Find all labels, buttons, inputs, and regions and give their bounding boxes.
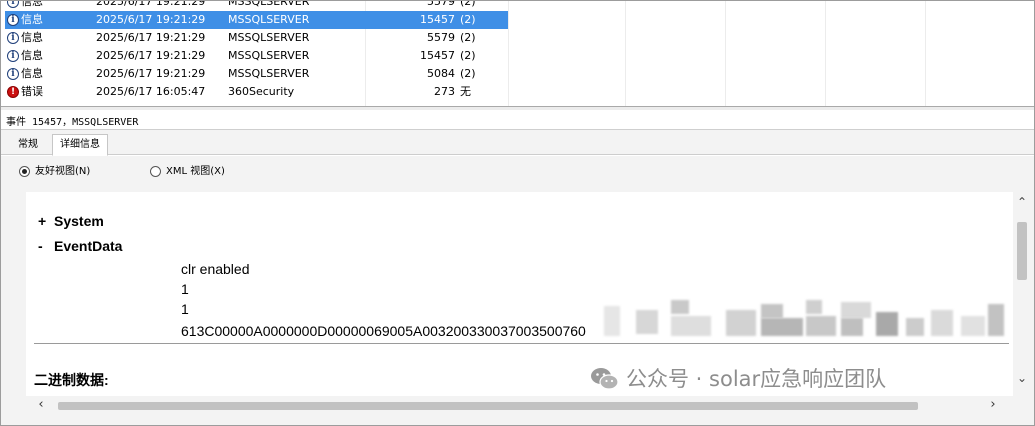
event-level: 信息 — [21, 13, 43, 26]
event-source: MSSQLSERVER — [228, 31, 310, 44]
vertical-scroll-thumb[interactable] — [1017, 222, 1027, 280]
event-level: 信息 — [21, 31, 43, 44]
system-node[interactable]: + System — [38, 213, 104, 229]
event-category: (2) — [460, 31, 476, 44]
eventdata-node[interactable]: - EventData — [38, 238, 122, 254]
horizontal-scroll-thumb[interactable] — [58, 402, 918, 410]
event-source: 360Security — [228, 85, 295, 98]
event-date: 2025/6/17 16:05:47 — [96, 85, 206, 98]
wechat-icon — [591, 368, 619, 390]
friendly-view-label: 友好视图(N) — [35, 166, 91, 177]
event-id: 5579 — [427, 31, 455, 44]
event-category: (2) — [460, 0, 476, 8]
event-detail-title-bar: 事件 15457，MSSQLSERVER — [0, 110, 1035, 130]
event-id: 273 — [434, 85, 455, 98]
event-data-value: 1 — [181, 301, 189, 317]
info-icon: i — [7, 50, 19, 62]
event-level: 错误 — [21, 85, 43, 98]
horizontal-scrollbar[interactable]: ‹ › — [26, 396, 1013, 414]
event-row[interactable]: ! 错误 2025/6/17 16:05:47 360Security 273 无 — [5, 83, 1035, 101]
event-data-value: 613C00000A0000000D00000069005A0032003300… — [181, 323, 586, 339]
event-category: (2) — [460, 67, 476, 80]
event-row[interactable]: i 信息 2025/6/17 19:21:29 MSSQLSERVER 5579 (2) — [5, 0, 1035, 11]
event-date: 2025/6/17 19:21:29 — [96, 13, 206, 26]
radio-unselected-icon — [150, 166, 161, 177]
event-detail-title: 事件 15457，MSSQLSERVER — [6, 117, 139, 128]
radio-selected-icon — [19, 166, 30, 177]
event-row[interactable]: i 信息 2025/6/17 19:21:29 MSSQLSERVER 15457 (2) — [5, 11, 1035, 29]
event-id: 15457 — [420, 13, 455, 26]
event-date: 2025/6/17 19:21:29 — [96, 67, 206, 80]
event-data-value: clr enabled — [181, 261, 250, 277]
separator-line — [34, 343, 1009, 344]
event-row[interactable]: i 信息 2025/6/17 19:21:29 MSSQLSERVER 15457 (2) — [5, 47, 1035, 65]
event-id: 5084 — [427, 67, 455, 80]
view-options: 友好视图(N) XML 视图(X) — [0, 156, 1035, 188]
event-data-value: 1 — [181, 281, 189, 297]
event-row[interactable]: i 信息 2025/6/17 19:21:29 MSSQLSERVER 5084 (2) — [5, 65, 1035, 83]
chevron-up-icon[interactable]: ⌃ — [1013, 194, 1031, 210]
event-level: 信息 — [21, 49, 43, 62]
collapse-icon: - — [38, 238, 43, 254]
event-level: 信息 — [21, 67, 43, 80]
event-level: 信息 — [21, 0, 43, 8]
event-source: MSSQLSERVER — [228, 13, 310, 26]
event-row[interactable]: i 信息 2025/6/17 19:21:29 MSSQLSERVER 5579 (2) — [5, 29, 1035, 47]
info-icon: i — [7, 0, 19, 8]
info-icon: i — [7, 14, 19, 26]
event-source: MSSQLSERVER — [228, 49, 310, 62]
event-source: MSSQLSERVER — [228, 0, 310, 8]
info-icon: i — [7, 68, 19, 80]
event-date: 2025/6/17 19:21:29 — [96, 49, 206, 62]
event-category: 无 — [460, 85, 471, 98]
binary-data-label: 二进制数据: — [34, 372, 109, 388]
event-id: 5579 — [427, 0, 455, 8]
event-source: MSSQLSERVER — [228, 67, 310, 80]
chevron-down-icon[interactable]: ⌄ — [1013, 370, 1031, 386]
watermark-text: 公众号 · solar应急响应团队 — [626, 367, 887, 391]
event-category: (2) — [460, 49, 476, 62]
event-date: 2025/6/17 19:21:29 — [96, 31, 206, 44]
info-icon: i — [7, 32, 19, 44]
eventdata-node-label: EventData — [54, 238, 123, 254]
tab-details[interactable]: 详细信息 — [52, 134, 108, 156]
chevron-right-icon[interactable]: › — [984, 396, 1002, 414]
event-category: (2) — [460, 13, 476, 26]
tab-general[interactable]: 常规 — [10, 134, 46, 155]
event-list: i 信息 2025/6/17 19:21:29 MSSQLSERVER 5579 (2) i… — [5, 0, 1035, 106]
vertical-scrollbar[interactable]: ⌃ ⌄ — [1013, 192, 1031, 398]
error-icon: ! — [7, 86, 19, 98]
event-date: 2025/6/17 19:21:29 — [96, 0, 206, 8]
xml-view-label: XML 视图(X) — [166, 166, 225, 177]
detail-tab-strip: 常规 详细信息 — [0, 130, 1035, 156]
expand-icon: + — [38, 213, 47, 229]
system-node-label: System — [54, 213, 104, 229]
event-id: 15457 — [420, 49, 455, 62]
chevron-left-icon[interactable]: ‹ — [32, 396, 50, 414]
